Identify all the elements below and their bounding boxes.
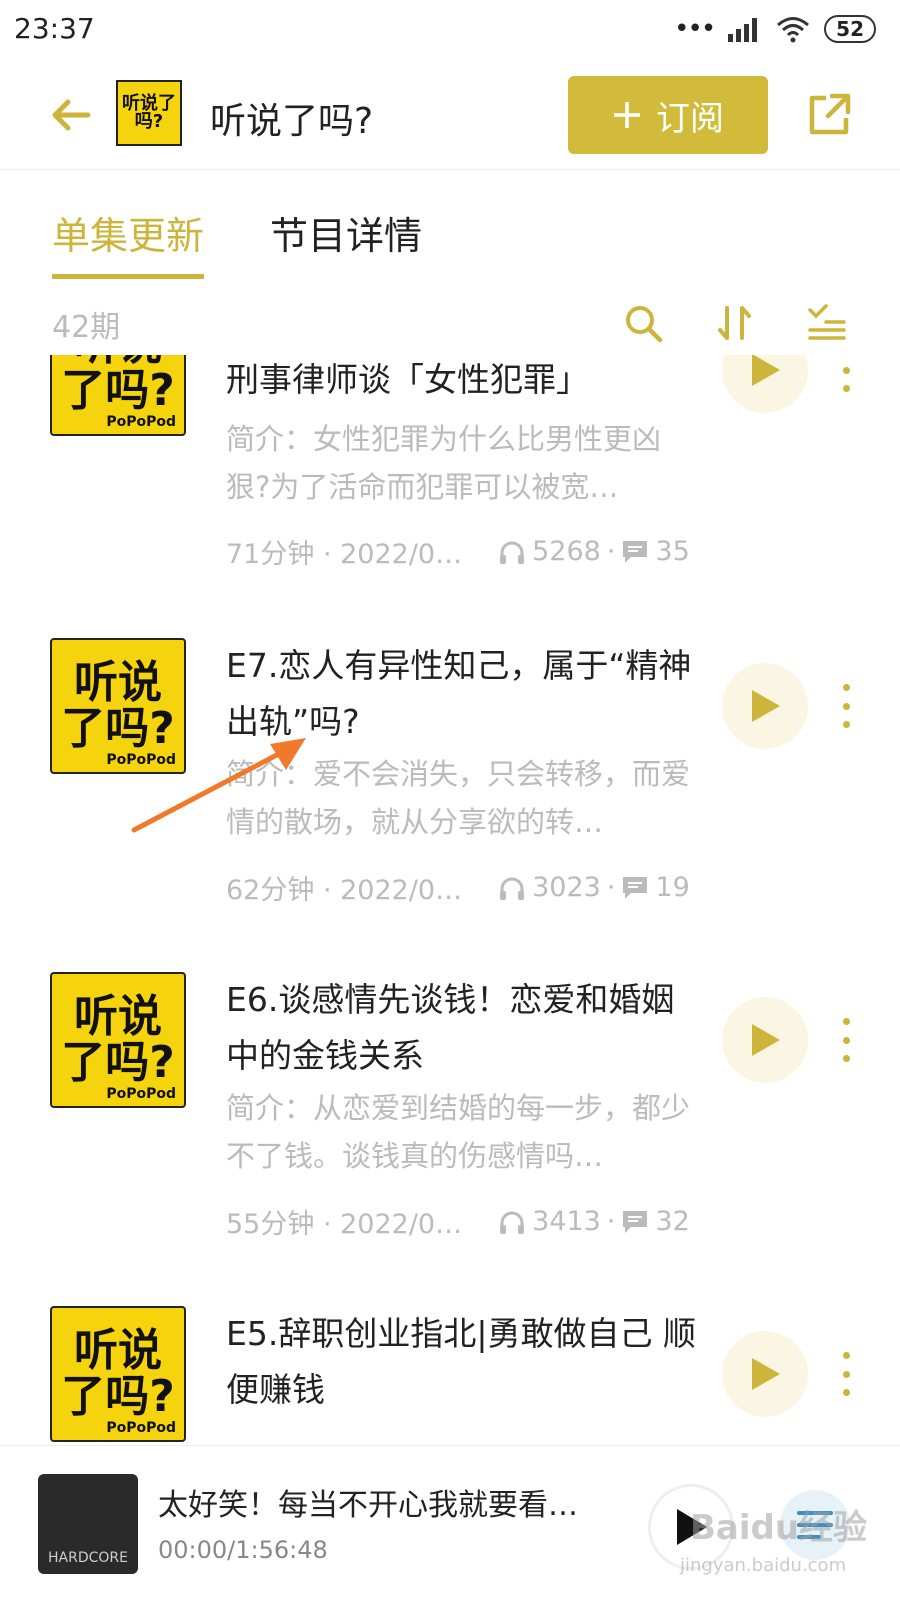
episode-duration: 62分钟 · 2022/0… bbox=[226, 875, 463, 906]
play-button[interactable] bbox=[722, 663, 808, 749]
episode-comments: 32 bbox=[655, 1206, 690, 1237]
more-options-button[interactable] bbox=[838, 355, 854, 392]
more-options-button[interactable] bbox=[838, 1352, 854, 1396]
play-icon bbox=[752, 355, 780, 386]
episode-cover: 听说 了吗? PoPoPod bbox=[50, 972, 186, 1108]
episode-title: E5.辞职创业指北|勇敢做自己 顺便赚钱 bbox=[226, 1314, 696, 1409]
search-icon[interactable] bbox=[622, 302, 664, 344]
episode-cover: 听说 了吗? PoPoPod bbox=[50, 355, 186, 436]
share-icon[interactable] bbox=[804, 90, 854, 140]
watermark-logo: Baidu经验 bbox=[690, 1508, 868, 1548]
episode-title: E6.谈感情先谈钱！恋爱和婚姻中的金钱关系 bbox=[226, 980, 675, 1075]
headphones-icon bbox=[500, 541, 525, 564]
play-button[interactable] bbox=[722, 355, 808, 413]
more-options-button[interactable] bbox=[838, 684, 854, 728]
episode-title: 刑事律师谈「女性犯罪」 bbox=[226, 360, 589, 399]
tab-details[interactable]: 节目详情 bbox=[270, 205, 422, 279]
episode-plays: 3023 bbox=[532, 872, 601, 903]
episode-meta: 62分钟 · 2022/0… 3023 · 19 bbox=[226, 868, 696, 907]
status-icons: ••• 52 bbox=[674, 14, 876, 44]
episode-cover: 听说 了吗? PoPoPod bbox=[50, 1306, 186, 1442]
play-icon bbox=[752, 690, 780, 722]
wifi-icon bbox=[777, 17, 810, 43]
now-playing-title: 太好笑！每当不开心我就要看… bbox=[158, 1488, 578, 1523]
episode-comments: 35 bbox=[655, 536, 690, 567]
comment-icon bbox=[623, 1210, 648, 1233]
play-icon bbox=[752, 1358, 780, 1390]
tab-bar: 单集更新 节目详情 bbox=[52, 205, 422, 279]
signal-icon bbox=[728, 18, 758, 42]
watermark-url: jingyan.baidu.com bbox=[680, 1555, 847, 1576]
episode-meta: 55分钟 · 2022/0… 3413 · 32 bbox=[226, 1202, 696, 1241]
episode-list: 听说 了吗? PoPoPod 刑事律师谈「女性犯罪」 简介：女性犯罪为什么比男性… bbox=[0, 355, 900, 1445]
dots-icon: ••• bbox=[674, 14, 716, 44]
header: 听说了吗? 听说了吗? 订阅 bbox=[0, 70, 900, 170]
episode-comments: 19 bbox=[655, 872, 690, 903]
headphones-icon bbox=[500, 1211, 525, 1234]
subscribe-label: 订阅 bbox=[656, 98, 724, 139]
podcast-cover-small: 听说了吗? bbox=[116, 80, 182, 146]
plus-icon bbox=[614, 102, 640, 128]
sort-icon[interactable] bbox=[714, 302, 756, 344]
episode-plays: 3413 bbox=[532, 1206, 601, 1237]
comment-icon bbox=[623, 876, 648, 899]
back-arrow-icon[interactable] bbox=[46, 90, 96, 140]
headphones-icon bbox=[500, 877, 525, 900]
comment-icon bbox=[623, 540, 648, 563]
battery-indicator: 52 bbox=[824, 15, 876, 43]
episode-count: 42期 bbox=[52, 310, 121, 345]
episode-item[interactable]: 听说 了吗? PoPoPod E6.谈感情先谈钱！恋爱和婚姻中的金钱关系 简介：… bbox=[0, 972, 900, 1312]
status-time: 23:37 bbox=[14, 12, 95, 45]
episode-meta: 71分钟 · 2022/0… 5268 · 35 bbox=[226, 532, 696, 571]
page-title: 听说了吗? bbox=[210, 101, 374, 142]
episode-duration: 55分钟 · 2022/0… bbox=[226, 1209, 463, 1240]
list-toolbar: 42期 bbox=[0, 298, 900, 348]
tab-episodes[interactable]: 单集更新 bbox=[52, 205, 205, 279]
episode-description: 简介：女性犯罪为什么比男性更凶狠?为了活命而犯罪可以被宽… bbox=[226, 422, 662, 504]
more-options-button[interactable] bbox=[838, 1018, 854, 1062]
play-icon bbox=[752, 1024, 780, 1056]
subscribe-button[interactable]: 订阅 bbox=[568, 76, 768, 154]
episode-description: 简介：从恋爱到结婚的每一步，都少不了钱。谈钱真的伤感情吗… bbox=[226, 1091, 691, 1173]
annotation-arrow-icon bbox=[131, 738, 306, 833]
now-playing-time: 00:00/1:56:48 bbox=[158, 1536, 328, 1564]
play-button[interactable] bbox=[722, 997, 808, 1083]
filter-list-icon[interactable] bbox=[806, 302, 848, 344]
play-button[interactable] bbox=[722, 1331, 808, 1417]
episode-duration: 71分钟 · 2022/0… bbox=[226, 539, 463, 570]
status-bar: 23:37 ••• 52 bbox=[0, 0, 900, 60]
episode-item[interactable]: 听说 了吗? PoPoPod 刑事律师谈「女性犯罪」 简介：女性犯罪为什么比男性… bbox=[0, 355, 900, 640]
episode-item[interactable]: 听说 了吗? PoPoPod E5.辞职创业指北|勇敢做自己 顺便赚钱 bbox=[0, 1306, 900, 1445]
now-playing-cover: HARDCORE bbox=[38, 1474, 138, 1574]
episode-plays: 5268 bbox=[532, 536, 601, 567]
